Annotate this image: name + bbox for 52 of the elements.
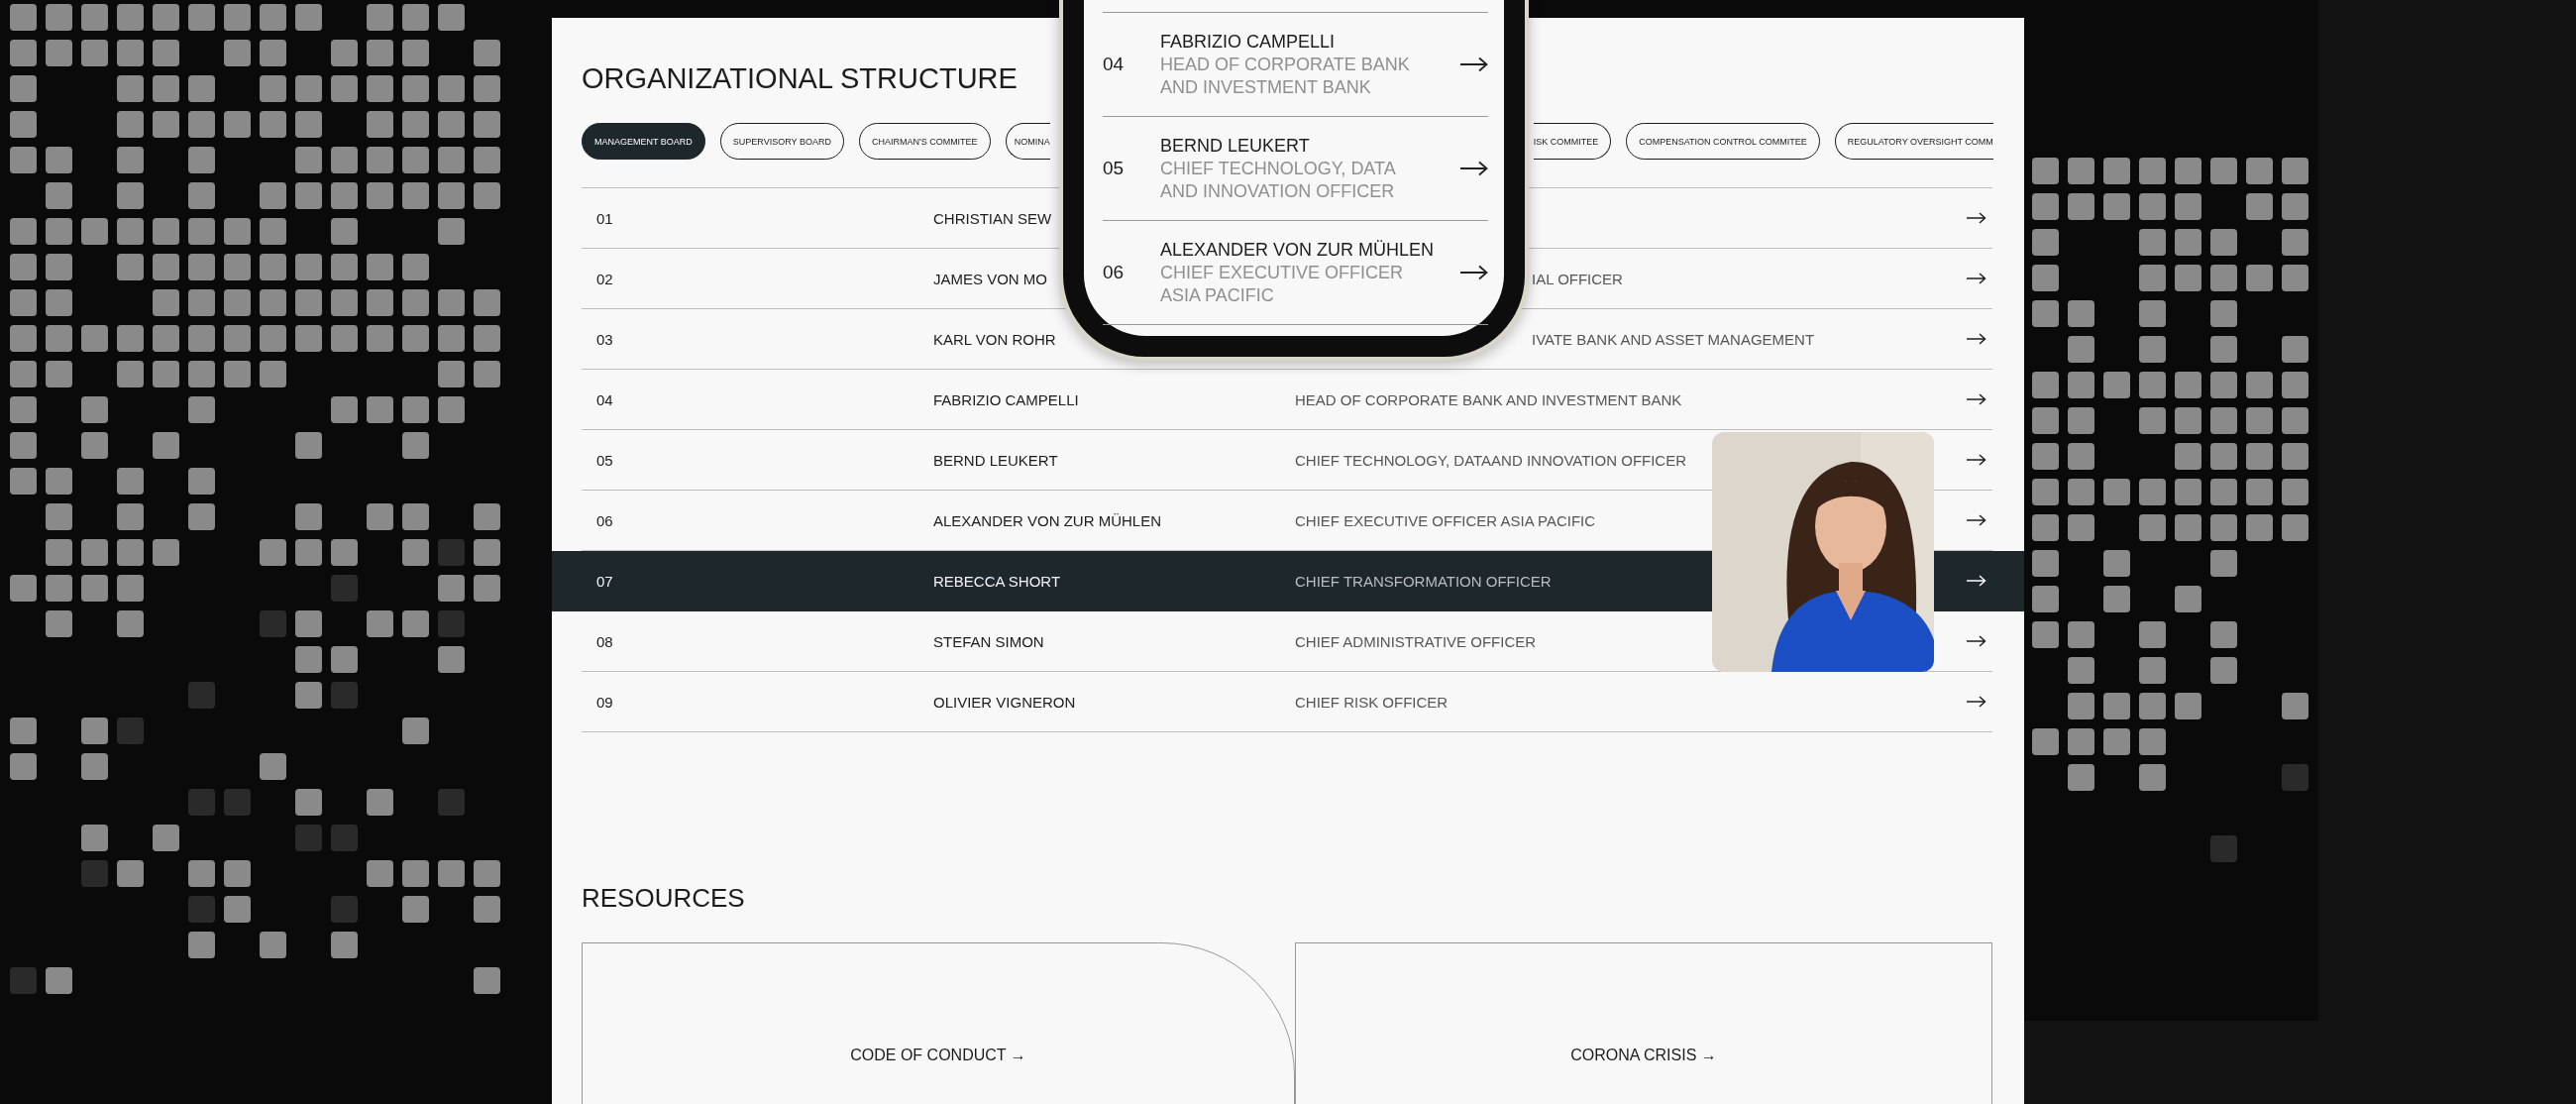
row-number: 06 bbox=[596, 511, 613, 529]
member-role: CHIEF EXECUTIVE OFFICER ASIA PACIFIC bbox=[1160, 261, 1405, 307]
board-member-row[interactable]: 04 FABRIZIO CAMPELLI HEAD OF CORPORATE BANK AND INVESTMENT BANK bbox=[552, 370, 2024, 430]
row-number: 06 bbox=[1103, 262, 1126, 283]
member-name: ALEXANDER VON ZUR MÜHLEN bbox=[1160, 238, 1435, 262]
member-name: ALEXANDER VON ZUR MÜHLEN bbox=[933, 511, 1162, 529]
member-role: CHIEF TRANSFORMATION OFFICER bbox=[1295, 572, 1552, 590]
section-title: RESOURCES bbox=[582, 883, 745, 913]
row-number: 01 bbox=[596, 209, 613, 227]
member-role: CHIEF ADMINISTRATIVE OFFICER bbox=[1295, 632, 1537, 650]
arrow-icon[interactable] bbox=[1460, 161, 1488, 176]
member-name: STEFAN SIMON bbox=[933, 632, 1044, 650]
arrow-icon[interactable] bbox=[1967, 333, 1986, 345]
member-name: FABRIZIO CAMPELLI bbox=[933, 390, 1079, 408]
member-name: BERND LEUKERT bbox=[933, 451, 1058, 469]
arrow-icon[interactable] bbox=[1967, 696, 1986, 708]
member-name: REBECCA SHORT bbox=[933, 572, 1061, 590]
filter-tab[interactable]: MANAGEMENT BOARD bbox=[582, 123, 705, 160]
arrow-icon[interactable] bbox=[1967, 212, 1986, 224]
row-number: 02 bbox=[596, 270, 613, 287]
arrow-icon[interactable] bbox=[1967, 273, 1986, 284]
member-name: OLIVIER VIGNERON bbox=[933, 693, 1076, 711]
section-title: ORGANIZATIONAL STRUCTURE bbox=[582, 61, 1018, 95]
member-role: CHIEF EXECUTIVE OFFICER ASIA PACIFIC bbox=[1295, 511, 1596, 529]
member-role: CHIEF TECHNOLOGY, DATA AND INNOVATION OFFICER bbox=[1160, 157, 1397, 203]
arrow-icon[interactable] bbox=[1460, 56, 1488, 72]
row-number: 08 bbox=[596, 632, 613, 650]
row-number: 07 bbox=[596, 572, 613, 590]
row-number: 03 bbox=[596, 330, 613, 348]
member-name: BERND LEUKERT bbox=[1160, 134, 1310, 158]
row-number: 05 bbox=[1103, 158, 1126, 179]
resource-card[interactable]: CORONA CRISIS → bbox=[1295, 942, 1992, 1104]
member-name: JAMES VON MO bbox=[933, 270, 1047, 287]
row-number: 09 bbox=[596, 693, 613, 711]
member-role: CHIEF TECHNOLOGY, DATAAND INNOVATION OFFICER bbox=[1295, 451, 1687, 469]
arrow-icon[interactable] bbox=[1967, 393, 1986, 405]
member-role: HEAD OF CORPORATE BANK AND INVESTMENT BANK bbox=[1160, 53, 1411, 99]
row-number: 05 bbox=[596, 451, 613, 469]
member-name: FABRIZIO CAMPELLI bbox=[1160, 30, 1336, 54]
arrow-icon[interactable] bbox=[1460, 265, 1488, 280]
member-role: CHIEF RISK OFFICER bbox=[1295, 693, 1449, 711]
arrow-icon[interactable] bbox=[1967, 514, 1986, 526]
arrow-icon[interactable] bbox=[1967, 635, 1986, 647]
row-number: 04 bbox=[1103, 54, 1126, 75]
member-name: KARL VON ROHR bbox=[933, 330, 1056, 348]
resource-card[interactable]: CODE OF CONDUCT → bbox=[582, 942, 1295, 1104]
member-name: CHRISTIAN SEW bbox=[933, 209, 1052, 227]
member-role: IAL OFFICER bbox=[1532, 270, 1623, 287]
arrow-icon[interactable] bbox=[1967, 454, 1986, 466]
member-role: IVATE BANK AND ASSET MANAGEMENT bbox=[1532, 330, 1815, 348]
member-role: HEAD OF CORPORATE BANK AND INVESTMENT BANK bbox=[1295, 390, 1682, 408]
row-number: 04 bbox=[596, 390, 613, 408]
